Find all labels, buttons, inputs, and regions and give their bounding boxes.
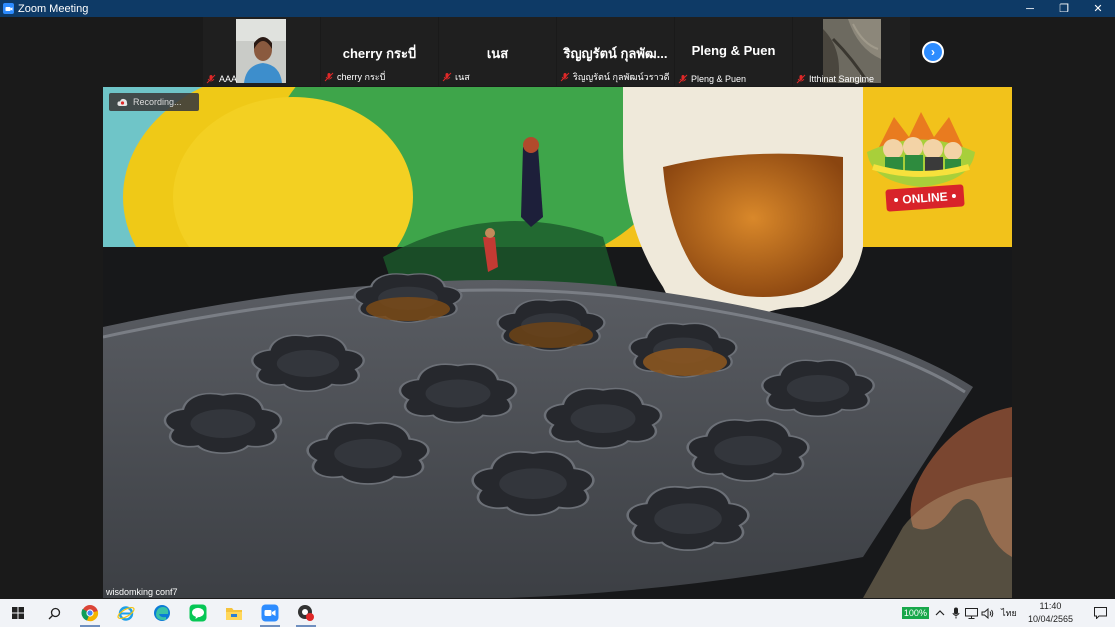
network-tray-button[interactable] — [964, 599, 980, 627]
title-bar: Zoom Meeting ─ ❐ ✕ — [0, 0, 1115, 17]
internet-explorer-icon — [117, 606, 135, 621]
mic-muted-icon — [206, 74, 216, 84]
microphone-icon — [952, 607, 960, 619]
taskbar-recorder[interactable] — [288, 599, 324, 627]
main-video: Recording... ONLINE wisdomking conf7 — [103, 87, 1012, 598]
search-button[interactable] — [36, 599, 72, 627]
taskbar-edge[interactable] — [144, 599, 180, 627]
restore-button[interactable]: ❐ — [1047, 0, 1081, 17]
windows-start-icon — [12, 607, 24, 619]
taskbar-file-explorer[interactable] — [216, 599, 252, 627]
mic-muted-icon — [324, 72, 334, 82]
participant-video-thumbnail — [236, 19, 286, 83]
recorder-icon — [298, 605, 314, 621]
mic-muted-icon — [560, 72, 570, 82]
participant-label: Itthinat Sangime — [796, 74, 874, 84]
event-logo: ONLINE — [859, 107, 983, 217]
speaker-icon — [981, 607, 994, 619]
participant-display-name: cherry กระบี่ — [342, 46, 417, 61]
system-tray: 100% ไทย 11:40 10/04/2565 — [901, 599, 1115, 627]
cloud-recording-icon — [117, 98, 128, 106]
microphone-tray-button[interactable] — [948, 599, 964, 627]
participant-display-name: ริญญรัตน์ กุลพัฒ... — [563, 46, 668, 61]
minimize-button[interactable]: ─ — [1013, 0, 1047, 17]
participant-strip: AAA cherry กระบี่ cherry กระบี่ เนส เนส … — [203, 17, 917, 86]
chevron-right-icon: › — [924, 43, 942, 61]
windows-start-button[interactable] — [0, 599, 36, 627]
window-title: Zoom Meeting — [18, 2, 89, 15]
chrome-icon — [81, 605, 99, 622]
file-explorer-icon — [226, 608, 242, 620]
participant-name: cherry กระบี่ — [337, 72, 386, 82]
badge-dot — [894, 197, 899, 203]
participant-label: Pleng & Puen — [678, 74, 746, 84]
participant-label: cherry กระบี่ — [324, 70, 385, 84]
close-button[interactable]: ✕ — [1081, 0, 1115, 17]
taskbar-chrome[interactable] — [72, 599, 108, 627]
participant-display-name: เนส — [486, 46, 509, 61]
network-icon — [965, 607, 979, 619]
participant-tile[interactable]: AAA — [203, 17, 320, 86]
search-icon — [48, 607, 60, 619]
input-language-button[interactable]: ไทย — [996, 599, 1022, 627]
badge-dot — [951, 193, 956, 199]
taskbar-clock[interactable]: 11:40 10/04/2565 — [1028, 600, 1073, 626]
participant-name: ริญญรัตน์ กุลพัฒน์วราวดี — [573, 72, 670, 82]
volume-tray-button[interactable] — [980, 599, 996, 627]
mic-muted-icon — [442, 72, 452, 82]
recording-label: Recording... — [133, 97, 182, 107]
zoom-icon — [261, 604, 279, 622]
participant-name: Itthinat Sangime — [809, 74, 875, 84]
taskbar-line[interactable] — [180, 599, 216, 627]
participant-tile[interactable]: cherry กระบี่ cherry กระบี่ — [321, 17, 438, 86]
clock-time: 11:40 — [1039, 601, 1062, 611]
participant-name: เนส — [455, 72, 470, 82]
participant-tile[interactable]: Pleng & Puen Pleng & Puen — [675, 17, 792, 86]
event-logo-artwork — [867, 112, 975, 187]
windows-taskbar: 100% ไทย 11:40 10/04/2565 — [0, 599, 1115, 627]
taskbar-internet-explorer[interactable] — [108, 599, 144, 627]
chevron-up-icon — [935, 610, 945, 616]
taskbar-zoom[interactable] — [252, 599, 288, 627]
participant-label: เนส — [442, 70, 470, 84]
next-page-button[interactable]: › — [922, 41, 944, 63]
participant-label: AAA — [206, 74, 237, 84]
participant-tile[interactable]: Itthinat Sangime — [793, 17, 910, 86]
participant-display-name: Pleng & Puen — [691, 43, 776, 58]
participant-label: ริญญรัตน์ กุลพัฒน์วราวดี — [560, 70, 670, 84]
edge-icon — [154, 605, 170, 621]
online-label: ONLINE — [901, 189, 949, 207]
show-hidden-icons-button[interactable] — [932, 599, 948, 627]
clock-date: 10/04/2565 — [1027, 614, 1073, 624]
notifications-button[interactable] — [1085, 599, 1115, 627]
zoom-app-icon — [3, 3, 14, 14]
mic-muted-icon — [796, 74, 806, 84]
video-owner-caption: wisdomking conf7 — [106, 587, 178, 597]
line-icon — [189, 604, 207, 622]
mic-muted-icon — [678, 74, 688, 84]
participant-name: AAA — [219, 74, 238, 84]
recording-indicator[interactable]: Recording... — [109, 93, 199, 111]
participant-name: Pleng & Puen — [691, 74, 747, 84]
battery-percent[interactable]: 100% — [901, 607, 929, 619]
participant-tile[interactable]: ริญญรัตน์ กุลพัฒ... ริญญรัตน์ กุลพัฒน์วร… — [557, 17, 674, 86]
notification-icon — [1093, 607, 1107, 619]
participant-tile[interactable]: เนส เนส — [439, 17, 556, 86]
online-badge: ONLINE — [885, 184, 965, 212]
